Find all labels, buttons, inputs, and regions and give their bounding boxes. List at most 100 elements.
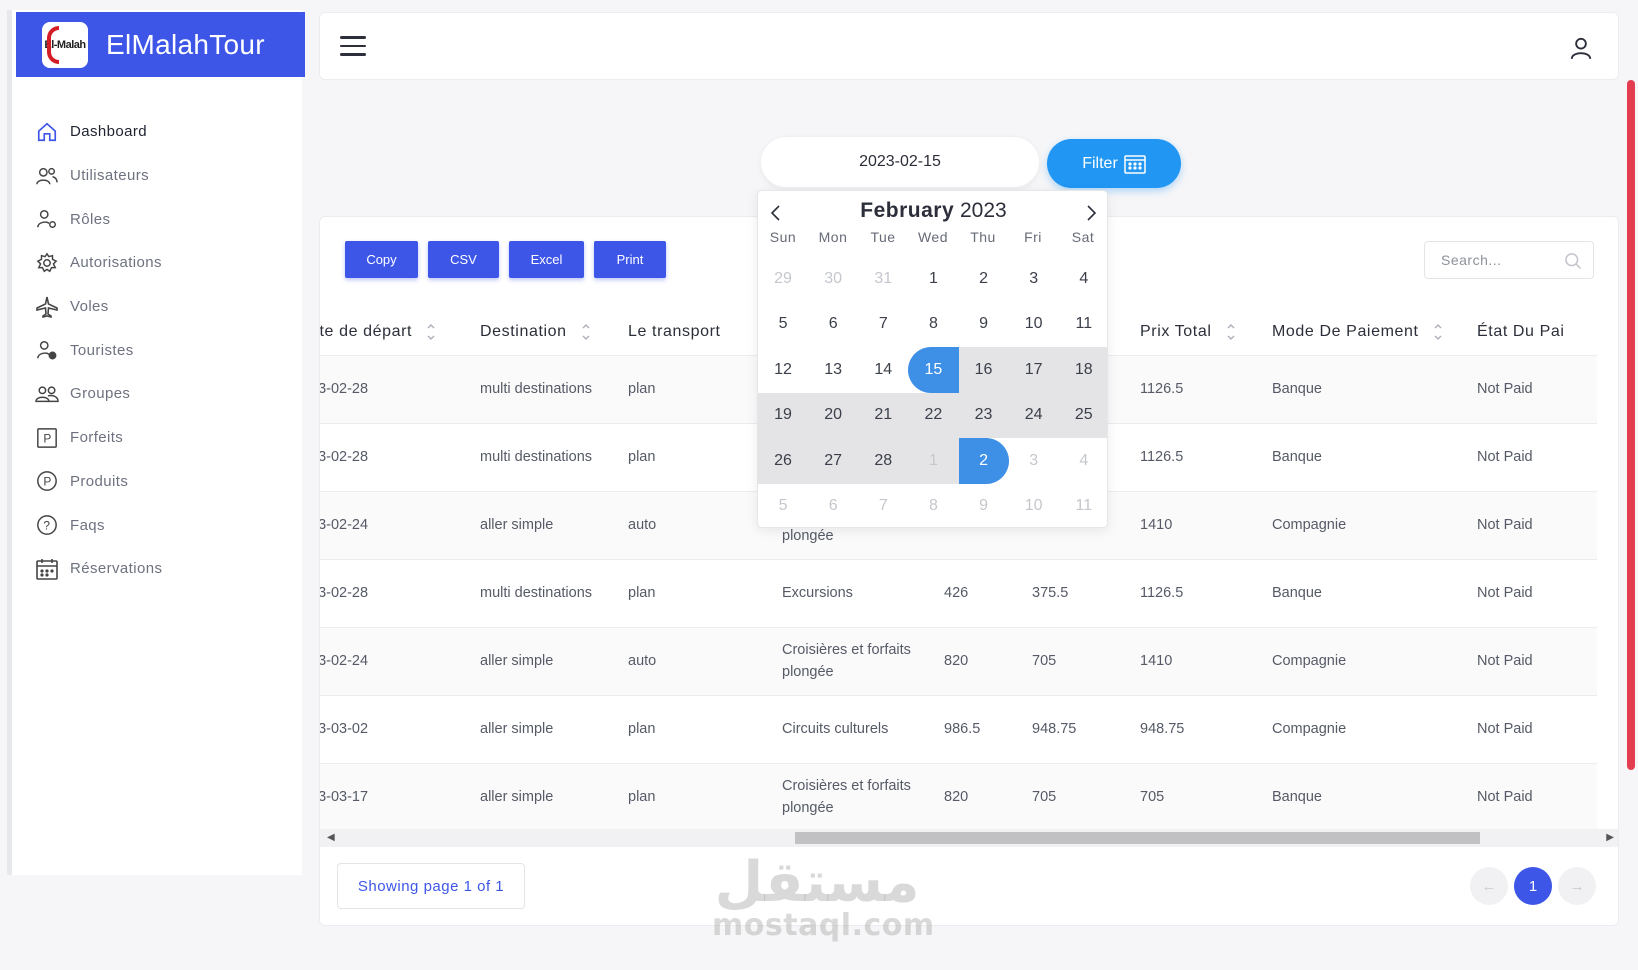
calendar-day[interactable]: 10 — [1009, 484, 1059, 528]
date-filter-input[interactable]: 2023-02-15 — [760, 136, 1040, 188]
csv-button[interactable]: CSV — [428, 241, 499, 278]
svg-text:P: P — [43, 475, 51, 489]
sidebar-item-reservations[interactable]: Réservations — [34, 547, 294, 591]
column-header[interactable]: État Du Pai — [1477, 309, 1597, 355]
table-row[interactable]: 23-03-02aller simpleplanCircuits culture… — [320, 694, 1597, 763]
calendar-day[interactable]: 4 — [1059, 256, 1107, 302]
sidebar-item-autorisations[interactable]: Autorisations — [34, 241, 294, 285]
calendar-day[interactable]: 5 — [758, 302, 808, 348]
table-cell: multi destinations — [480, 558, 628, 627]
calendar-day[interactable]: 9 — [959, 484, 1009, 528]
calendar-day[interactable]: 12 — [758, 347, 808, 393]
calendar-day[interactable]: 13 — [808, 347, 858, 393]
calendar-day[interactable]: 5 — [758, 484, 808, 528]
calendar-day[interactable]: 26 — [758, 438, 809, 484]
table-cell: 23-02-24 — [320, 490, 480, 559]
horizontal-scrollbar[interactable]: ◀ ▶ — [320, 829, 1618, 847]
scrollbar-thumb[interactable] — [795, 832, 1480, 844]
calendar-day[interactable]: 20 — [808, 392, 859, 438]
scroll-left-icon[interactable]: ◀ — [327, 832, 335, 843]
calendar-day[interactable]: 7 — [858, 484, 908, 528]
calendar-day[interactable]: 24 — [1008, 392, 1059, 438]
calendar-day[interactable]: 14 — [858, 347, 908, 393]
calendar-day[interactable]: 8 — [908, 302, 958, 348]
weekday-label: Sat — [1071, 229, 1095, 245]
calendar-week: 5 6 7 8 9 10 11 — [758, 484, 1107, 528]
calendar-day[interactable]: 28 — [858, 438, 909, 484]
calendar-day[interactable]: 21 — [858, 392, 909, 438]
search-input[interactable] — [1425, 242, 1555, 278]
calendar-day[interactable]: 2 — [958, 438, 1009, 484]
page-button[interactable]: 1 — [1514, 867, 1552, 905]
weekday-label: Fri — [1024, 229, 1042, 245]
page-scrollbar[interactable] — [1627, 80, 1635, 770]
calendar-day[interactable]: 30 — [808, 256, 858, 302]
calendar-day[interactable]: 27 — [808, 438, 859, 484]
sidebar-item-groupes[interactable]: Groupes — [34, 372, 294, 416]
calendar-day[interactable]: 3 — [1009, 438, 1059, 484]
column-header[interactable]: Mode De Paiement — [1272, 309, 1477, 355]
calendar-day[interactable]: 17 — [1008, 347, 1059, 393]
sidebar-item-forfeits[interactable]: P Forfeits — [34, 416, 294, 460]
table-cell: plan — [628, 558, 782, 627]
excel-button[interactable]: Excel — [509, 241, 584, 278]
print-button[interactable]: Print — [594, 241, 666, 278]
sidebar-item-faqs[interactable]: ? Faqs — [34, 503, 294, 547]
table-cell: Banque — [1272, 558, 1477, 627]
table-cell: 820 — [944, 626, 1032, 695]
prev-page-button[interactable]: ← — [1470, 867, 1508, 905]
table-cell: 375.5 — [1032, 558, 1140, 627]
menu-icon[interactable] — [340, 36, 366, 58]
calendar-day[interactable]: 6 — [808, 484, 858, 528]
user-icon[interactable] — [1568, 35, 1594, 61]
sidebar-item-utilisateurs[interactable]: Utilisateurs — [34, 154, 294, 198]
calendar-day[interactable]: 9 — [959, 302, 1009, 348]
calendar-day[interactable]: 29 — [758, 256, 808, 302]
calendar-day[interactable]: 25 — [1058, 392, 1107, 438]
year-label[interactable]: 2023 — [960, 199, 1007, 222]
column-header[interactable]: ate de départ — [320, 309, 480, 355]
search-icon[interactable] — [1563, 251, 1583, 271]
calendar-day[interactable]: 11 — [1059, 302, 1107, 348]
next-month-icon[interactable] — [1081, 203, 1101, 223]
table-cell: Not Paid — [1477, 694, 1597, 763]
table-row[interactable]: 23-02-24aller simpleautoCroisières et fo… — [320, 626, 1597, 695]
sidebar-item-dashboard[interactable]: Dashboard — [34, 110, 294, 154]
filter-button[interactable]: Filter — [1047, 139, 1181, 188]
calendar-day[interactable]: 23 — [958, 392, 1009, 438]
calendar-day[interactable]: 3 — [1009, 256, 1059, 302]
calendar-day[interactable]: 16 — [958, 347, 1009, 393]
calendar-day[interactable]: 7 — [858, 302, 908, 348]
calendar-day[interactable]: 6 — [808, 302, 858, 348]
sidebar-item-label: Utilisateurs — [70, 167, 149, 185]
column-header[interactable]: Prix Total — [1140, 309, 1272, 355]
brand-header[interactable]: El-Malah ElMalahTour — [16, 12, 305, 77]
scroll-right-icon[interactable]: ▶ — [1606, 832, 1614, 843]
sidebar-item-produits[interactable]: P Produits — [34, 460, 294, 504]
table-cell: 820 — [944, 762, 1032, 829]
calendar-day[interactable]: 10 — [1009, 302, 1059, 348]
table-cell: Excursions — [782, 558, 944, 627]
table-row[interactable]: 23-03-17aller simpleplanCroisières et fo… — [320, 762, 1597, 829]
calendar-day[interactable]: 11 — [1059, 484, 1107, 528]
calendar-day[interactable]: 4 — [1059, 438, 1107, 484]
calendar-day[interactable]: 2 — [959, 256, 1009, 302]
copy-button[interactable]: Copy — [345, 241, 418, 278]
table-cell: Not Paid — [1477, 354, 1597, 423]
calendar-day[interactable]: 1 — [908, 256, 958, 302]
calendar-day[interactable]: 15 — [908, 347, 959, 393]
weekday-label: Thu — [970, 229, 996, 245]
sidebar-item-voles[interactable]: Voles — [34, 285, 294, 329]
filter-button-label: Filter — [1082, 154, 1118, 172]
table-row[interactable]: 23-02-28multi destinationsplanExcursions… — [320, 558, 1597, 627]
calendar-day[interactable]: 8 — [908, 484, 958, 528]
sidebar-item-touristes[interactable]: Touristes — [34, 328, 294, 372]
next-page-button[interactable]: → — [1558, 867, 1596, 905]
calendar-day[interactable]: 22 — [908, 392, 959, 438]
calendar-day[interactable]: 19 — [758, 392, 809, 438]
column-header[interactable]: Destination — [480, 309, 628, 355]
calendar-day[interactable]: 18 — [1058, 347, 1107, 393]
sidebar-item-roles[interactable]: Rôles — [34, 197, 294, 241]
calendar-day[interactable]: 31 — [858, 256, 908, 302]
calendar-day[interactable]: 1 — [908, 438, 959, 484]
